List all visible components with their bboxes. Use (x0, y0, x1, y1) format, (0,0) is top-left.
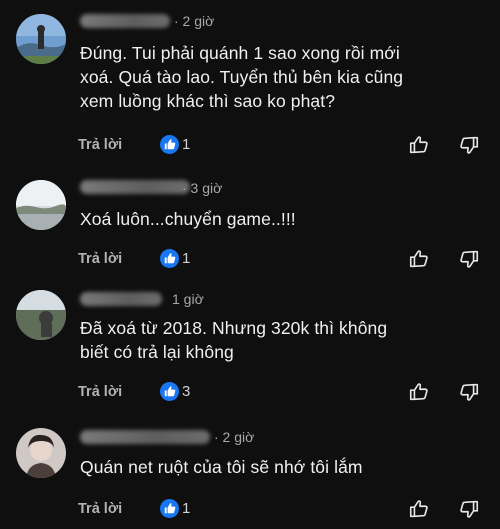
comment-item: · 2 giờ Quán net ruột của tôi sẽ nhớ tôi… (0, 425, 500, 529)
thumb-up-icon[interactable] (408, 381, 430, 403)
reply-button[interactable]: Trả lời (78, 501, 122, 517)
comment-item: · 3 giờ Xoá luôn...chuyển game..!!! Trả … (0, 165, 500, 285)
avatar[interactable] (16, 14, 66, 64)
thumb-down-icon[interactable] (458, 498, 480, 520)
comment-actions: Trả lời 1 (0, 498, 500, 522)
author-name[interactable] (80, 180, 190, 194)
like-badge-icon[interactable] (160, 135, 179, 154)
comment-time: · 2 giờ (174, 13, 215, 29)
comment-text-line: Đã xoá từ 2018. Nhưng 320k thì không (80, 318, 388, 338)
comments-screen: · 2 giờ Đúng. Tui phải quánh 1 sao xong … (0, 0, 500, 529)
comment-text: Xoá luôn...chuyển game..!!! (80, 207, 490, 231)
like-badge-icon[interactable] (160, 499, 179, 518)
comment-text-line: Xoá luôn...chuyển game..!!! (80, 209, 296, 229)
thumb-up-icon[interactable] (408, 498, 430, 520)
avatar[interactable] (16, 180, 66, 230)
comment-text: Đúng. Tui phải quánh 1 sao xong rồi mới … (80, 41, 490, 113)
like-count: 1 (182, 250, 191, 267)
comment-text-line: xem luồng khác thì sao ko phạt? (80, 91, 336, 111)
comment-item: · 2 giờ Đúng. Tui phải quánh 1 sao xong … (0, 0, 500, 165)
author-name[interactable] (80, 14, 170, 28)
reply-button[interactable]: Trả lời (78, 384, 122, 400)
comment-text-line: biết có trả lại không (80, 342, 234, 362)
reply-button[interactable]: Trả lời (78, 251, 122, 267)
thumb-down-icon[interactable] (458, 248, 480, 270)
avatar[interactable] (16, 428, 66, 478)
comment-time: · 3 giờ (182, 180, 223, 196)
comment-text: Quán net ruột của tôi sẽ nhớ tôi lắm (80, 455, 490, 479)
reply-button[interactable]: Trả lời (78, 137, 122, 153)
author-name[interactable] (80, 292, 162, 306)
comment-actions: Trả lời 3 (0, 381, 500, 405)
comment-time: · 2 giờ (214, 429, 255, 445)
comment-text: Đã xoá từ 2018. Nhưng 320k thì không biế… (80, 316, 490, 364)
like-count: 3 (182, 383, 191, 400)
avatar[interactable] (16, 290, 66, 340)
like-count: 1 (182, 500, 191, 517)
like-count: 1 (182, 136, 191, 153)
thumb-down-icon[interactable] (458, 381, 480, 403)
comment-actions: Trả lời 1 (0, 134, 500, 158)
comment-text-line: Đúng. Tui phải quánh 1 sao xong rồi mới (80, 43, 400, 63)
comment-actions: Trả lời 1 (0, 248, 500, 272)
comment-time: 1 giờ (172, 291, 204, 307)
comment-text-line: xoá. Quá tào lao. Tuyển thủ bên kia cũng (80, 67, 404, 87)
like-badge-icon[interactable] (160, 382, 179, 401)
comment-item: 1 giờ Đã xoá từ 2018. Nhưng 320k thì khô… (0, 285, 500, 425)
thumb-up-icon[interactable] (408, 248, 430, 270)
author-name[interactable] (80, 430, 210, 444)
like-badge-icon[interactable] (160, 249, 179, 268)
comment-text-line: Quán net ruột của tôi sẽ nhớ tôi lắm (80, 457, 363, 477)
thumb-down-icon[interactable] (458, 134, 480, 156)
thumb-up-icon[interactable] (408, 134, 430, 156)
